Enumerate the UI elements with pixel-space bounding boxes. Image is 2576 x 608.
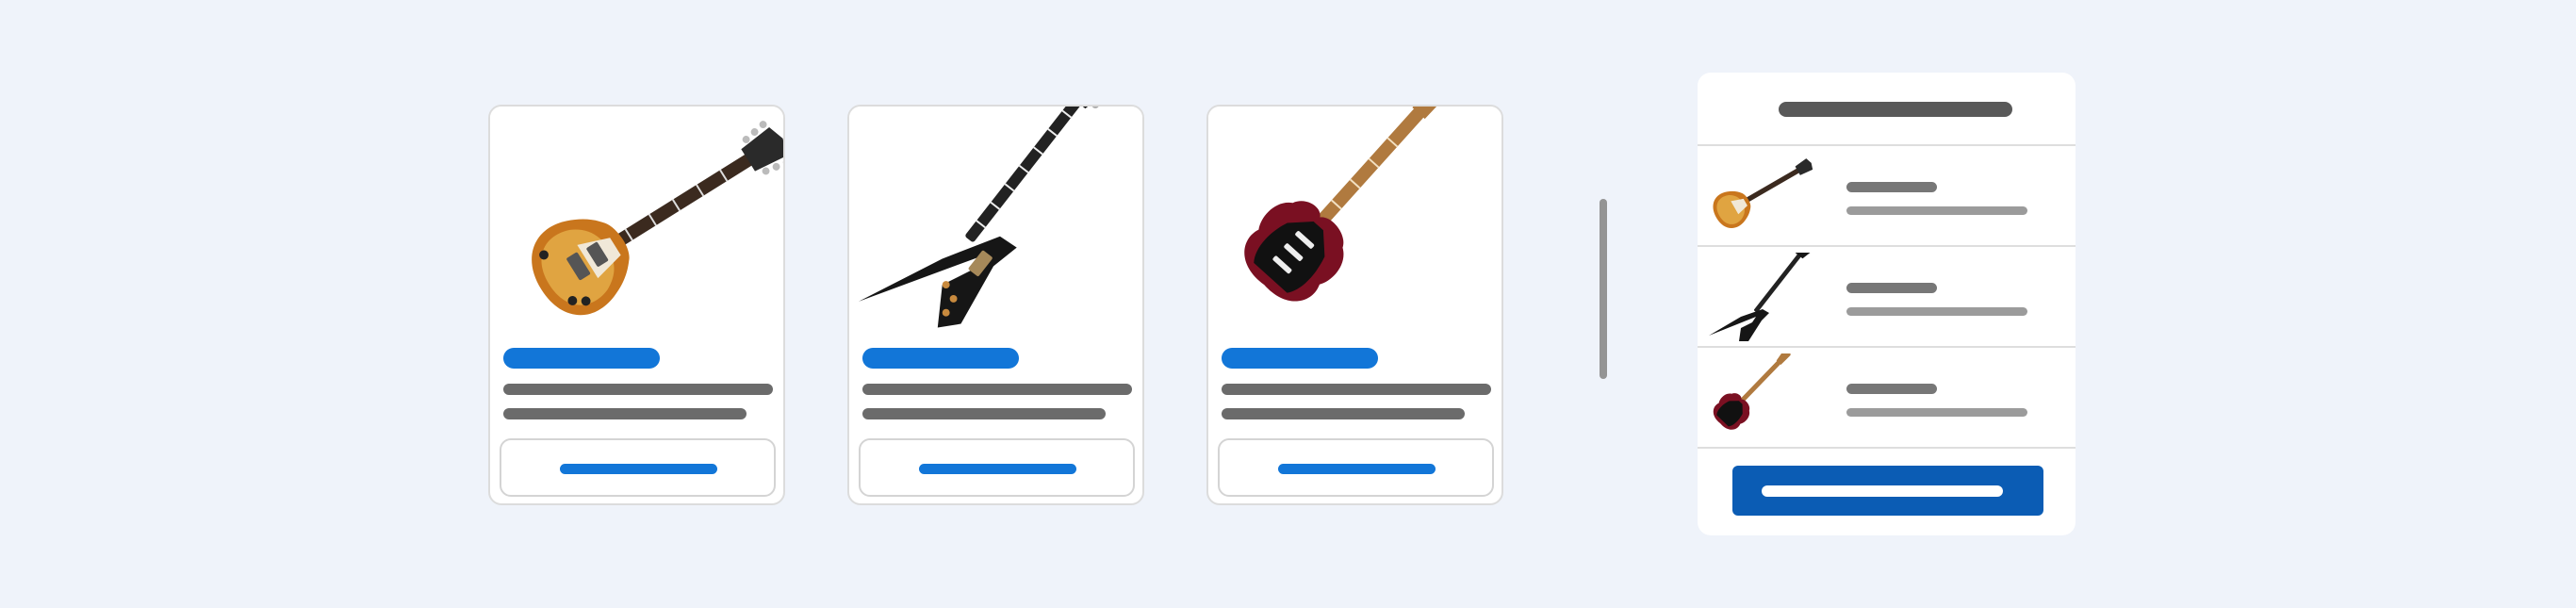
black-v-shape-guitar-icon — [1709, 253, 1813, 341]
description-placeholder — [1222, 408, 1465, 419]
cart-item-detail-placeholder — [1846, 206, 2027, 215]
price-placeholder — [503, 348, 660, 369]
checkout-button[interactable] — [1732, 466, 2043, 516]
burgundy-strat-guitar-icon — [1713, 353, 1791, 430]
product-image[interactable] — [1208, 107, 1501, 329]
title-placeholder — [1222, 384, 1491, 395]
cart-item[interactable] — [1698, 146, 2076, 247]
cart-item-name-placeholder — [1846, 283, 1937, 293]
cart-panel — [1698, 73, 2076, 535]
product-card-2[interactable] — [847, 105, 1144, 505]
button-label-placeholder — [560, 464, 717, 474]
burgundy-strat-guitar-icon — [1244, 107, 1451, 302]
cart-title-placeholder — [1779, 102, 2012, 117]
add-to-cart-button[interactable] — [1218, 438, 1494, 497]
product-image[interactable] — [490, 107, 783, 329]
product-card-3[interactable] — [1206, 105, 1503, 505]
cart-item-thumbnail — [1703, 353, 1816, 442]
button-label-placeholder — [1278, 464, 1436, 474]
title-placeholder — [862, 384, 1132, 395]
button-label-placeholder — [919, 464, 1076, 474]
cart-item[interactable] — [1698, 348, 2076, 449]
cart-item-thumbnail — [1703, 152, 1816, 240]
description-placeholder — [503, 408, 747, 419]
cart-item-detail-placeholder — [1846, 408, 2027, 417]
product-image[interactable] — [849, 107, 1142, 329]
cart-item-thumbnail — [1703, 253, 1816, 341]
product-card-1[interactable] — [488, 105, 785, 505]
cart-item-name-placeholder — [1846, 384, 1937, 394]
add-to-cart-button[interactable] — [500, 438, 776, 497]
checkout-label-placeholder — [1762, 485, 2003, 497]
sunburst-single-cut-guitar-icon — [532, 121, 783, 316]
price-placeholder — [1222, 348, 1378, 369]
cart-item-name-placeholder — [1846, 182, 1937, 192]
title-placeholder — [503, 384, 773, 395]
cart-item[interactable] — [1698, 247, 2076, 348]
sunburst-single-cut-guitar-icon — [1713, 158, 1813, 228]
cart-header — [1698, 73, 2076, 146]
vertical-divider — [1600, 199, 1607, 379]
price-placeholder — [862, 348, 1019, 369]
add-to-cart-button[interactable] — [859, 438, 1135, 497]
black-v-shape-guitar-icon — [858, 107, 1110, 328]
description-placeholder — [862, 408, 1106, 419]
cart-item-detail-placeholder — [1846, 307, 2027, 316]
